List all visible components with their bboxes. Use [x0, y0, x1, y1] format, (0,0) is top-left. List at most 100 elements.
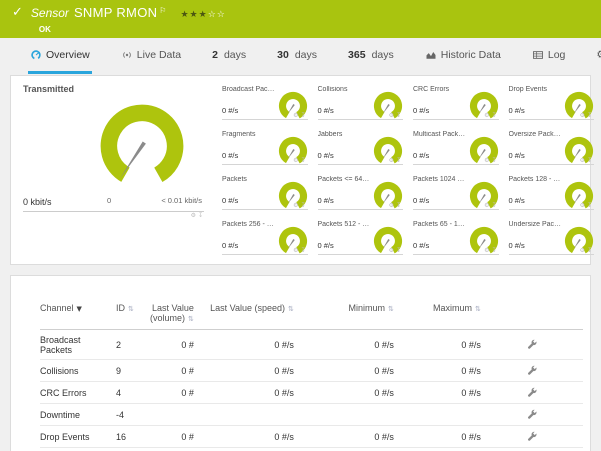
table-row-fragments: Fragments 7 0 # 0 #/s 0 #/s 0 #/s — [40, 448, 583, 451]
gauge-pin-icon[interactable]: ↧ — [396, 157, 401, 164]
channel-settings-icon[interactable] — [527, 365, 537, 377]
gauge-settings-icon[interactable]: ⚙ — [293, 247, 298, 254]
gauge-settings-icon[interactable]: ⚙ — [389, 202, 394, 209]
tab-label: days — [371, 48, 394, 61]
gauge-pin-icon[interactable]: ↧ — [198, 212, 203, 219]
gauge-settings-icon[interactable]: ⚙ — [580, 202, 585, 209]
gauge-settings-icon[interactable]: ⚙ — [293, 202, 298, 209]
gauge-settings-icon[interactable]: ⚙ — [580, 112, 585, 119]
tab-2-days[interactable]: 2 days — [210, 38, 248, 74]
column-header-last-value-speed[interactable]: Last Value (speed) ⇅ — [197, 300, 297, 330]
priority-stars[interactable]: ★★★☆☆ — [180, 8, 225, 22]
flag-icon[interactable]: ⚐ — [159, 4, 166, 18]
cell-id: 4 — [116, 387, 122, 398]
gauge-pin-icon[interactable]: ↧ — [396, 247, 401, 254]
gauge-settings-icon[interactable]: ⚙ — [484, 202, 489, 209]
mini-gauge-collisions: Collisions 0 #/s ⚙ ↧ — [310, 84, 406, 129]
gauge-settings-icon[interactable]: ⚙ — [293, 112, 298, 119]
column-header-minimum[interactable]: Minimum ⇅ — [297, 300, 397, 330]
gauge-pin-icon[interactable]: ↧ — [300, 202, 305, 209]
gauge-settings-icon[interactable]: ⚙ — [389, 157, 394, 164]
gauge-pin-icon[interactable]: ↧ — [491, 157, 496, 164]
channel-label: Collisions — [317, 86, 348, 93]
divider — [413, 164, 499, 165]
column-header-channel[interactable]: Channel ▼ — [40, 300, 106, 330]
chart-icon — [425, 49, 437, 61]
channel-value: 0 #/s — [508, 106, 525, 115]
tab-settings[interactable]: ⚙ Settings — [594, 38, 601, 74]
gauge-pin-icon[interactable]: ↧ — [300, 247, 305, 254]
sensor-type-label: Sensor — [30, 6, 69, 20]
gauge-settings-icon[interactable]: ⚙ — [191, 212, 196, 219]
gauge-pin-icon[interactable]: ↧ — [396, 202, 401, 209]
tab-live-data[interactable]: Live Data — [119, 38, 183, 74]
cell-channel: Downtime — [40, 409, 81, 420]
gauge-settings-icon[interactable]: ⚙ — [484, 157, 489, 164]
cell-minimum: 0 #/s — [297, 448, 397, 451]
star-empty-icon[interactable]: ☆ — [208, 10, 217, 20]
gauge-pin-icon[interactable]: ↧ — [300, 157, 305, 164]
mini-gauge-jabbers: Jabbers 0 #/s ⚙ ↧ — [310, 129, 406, 174]
tab-log[interactable]: Log — [530, 38, 568, 74]
cell-maximum: 0 #/s — [461, 387, 481, 398]
gauge-pin-icon[interactable]: ↧ — [587, 247, 592, 254]
gauge-pin-icon[interactable]: ↧ — [491, 112, 496, 119]
column-header-last-value-volume[interactable]: Last Value (volume) ⇅ — [137, 300, 197, 330]
gauge-settings-icon[interactable]: ⚙ — [484, 247, 489, 254]
mini-gauge-undersize-packets: Undersize Packets 0 #/s ⚙ ↧ — [501, 219, 597, 264]
sort-icon: ⇅ — [475, 305, 481, 313]
divider — [222, 254, 308, 255]
gauge-pin-icon[interactable]: ↧ — [587, 157, 592, 164]
channel-value: 0 #/s — [222, 106, 239, 115]
channel-settings-icon[interactable] — [527, 431, 537, 443]
gauge-settings-icon[interactable]: ⚙ — [580, 157, 585, 164]
gauge-pin-icon[interactable]: ↧ — [396, 112, 401, 119]
channel-label: Packets 256 - 511 Bytes — [222, 221, 276, 228]
star-filled-icon[interactable]: ★ — [190, 10, 199, 20]
column-header-maximum[interactable]: Maximum ⇅ — [397, 300, 484, 330]
tab-overview[interactable]: Overview — [28, 38, 92, 74]
channel-label: Multicast Packets — [413, 131, 467, 138]
gauge-settings-icon[interactable]: ⚙ — [293, 157, 298, 164]
column-header-label: Minimum — [348, 303, 385, 313]
channel-value: 0 #/s — [413, 196, 430, 205]
channel-table: Channel ▼ ID ⇅ Last Value (volume) ⇅ Last V… — [40, 300, 583, 451]
gauge-pin-icon[interactable]: ↧ — [587, 202, 592, 209]
cell-id: 2 — [116, 339, 122, 350]
channel-settings-icon[interactable] — [527, 387, 537, 399]
tab-365-days[interactable]: 365 days — [346, 38, 396, 74]
table-row-broadcast-packets: Broadcast Packets 2 0 # 0 #/s 0 #/s 0 #/… — [40, 330, 583, 360]
cell-last-volume: 0 # — [181, 431, 194, 442]
cell-last-volume: 0 # — [181, 365, 194, 376]
gauge-settings-icon[interactable]: ⚙ — [389, 112, 394, 119]
cell-last-speed — [197, 404, 297, 426]
channel-label: Packets — [222, 176, 247, 183]
sensor-name: SNMP RMON — [73, 5, 158, 20]
gauge-settings-icon[interactable]: ⚙ — [389, 247, 394, 254]
column-header-id[interactable]: ID ⇅ — [106, 300, 137, 330]
cell-channel: Collisions — [40, 365, 79, 376]
star-filled-icon[interactable]: ★ — [180, 10, 189, 20]
tab-label: Live Data — [136, 48, 182, 61]
channel-settings-icon[interactable] — [527, 409, 537, 421]
cell-maximum: 0 #/s — [397, 448, 484, 451]
status-check-icon: ✓ — [12, 5, 23, 20]
tab-30-days[interactable]: 30 days — [275, 38, 319, 74]
mini-gauge-drop-events: Drop Events 0 #/s ⚙ ↧ — [501, 84, 597, 129]
tab-label: days — [294, 48, 318, 61]
star-filled-icon[interactable]: ★ — [199, 10, 208, 20]
table-row-collisions: Collisions 9 0 # 0 #/s 0 #/s 0 #/s — [40, 360, 583, 382]
channel-settings-icon[interactable] — [527, 339, 537, 351]
channel-value: 0 #/s — [222, 196, 239, 205]
gauge-pin-icon[interactable]: ↧ — [491, 202, 496, 209]
tab-label: Historic Data — [440, 48, 501, 61]
gauge-settings-icon[interactable]: ⚙ — [484, 112, 489, 119]
column-header-edit — [484, 300, 583, 330]
gauge-settings-icon[interactable]: ⚙ — [580, 247, 585, 254]
gauge-pin-icon[interactable]: ↧ — [300, 112, 305, 119]
tab-historic-data[interactable]: Historic Data — [423, 38, 503, 74]
star-empty-icon[interactable]: ☆ — [217, 10, 226, 20]
gauge-pin-icon[interactable]: ↧ — [587, 112, 592, 119]
transmitted-gauge — [100, 104, 184, 188]
gauge-pin-icon[interactable]: ↧ — [491, 247, 496, 254]
